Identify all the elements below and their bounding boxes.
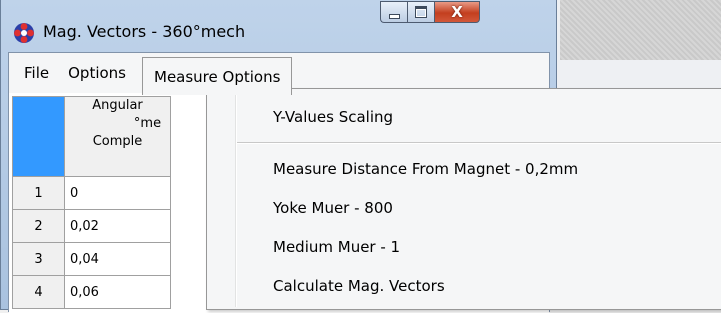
menu-icon-gutter (235, 91, 237, 307)
menu-item-calculate-mag-vectors[interactable]: Calculate Mag. Vectors (273, 277, 445, 295)
desktop-pattern (560, 0, 721, 60)
menu-options[interactable]: Options (68, 53, 142, 93)
select-all-corner[interactable] (12, 96, 65, 177)
title-bar[interactable]: Mag. Vectors - 360°mech X (1, 0, 556, 52)
menu-file[interactable]: File (9, 53, 68, 93)
minimize-button[interactable] (380, 1, 407, 23)
table-cell[interactable]: 0 (64, 176, 171, 210)
data-table: Angular °me Comple 1 0 2 0,02 3 0,04 4 0… (12, 96, 171, 309)
table-cell[interactable]: 0,06 (64, 275, 171, 309)
table-row: 1 0 (12, 176, 171, 210)
table-cell[interactable]: 0,04 (64, 242, 171, 276)
window-controls: X (380, 1, 480, 23)
table-row: 2 0,02 (12, 209, 171, 243)
table-cell[interactable]: 0,02 (64, 209, 171, 243)
row-header[interactable]: 3 (12, 242, 65, 276)
menu-measure-options[interactable]: Measure Options (142, 57, 293, 95)
menu-item-y-values-scaling[interactable]: Y-Values Scaling (273, 108, 393, 126)
maximize-button[interactable] (407, 1, 434, 23)
menu-item-yoke-muer[interactable]: Yoke Muer - 800 (273, 199, 393, 217)
app-icon[interactable] (13, 22, 35, 44)
window-title: Mag. Vectors - 360°mech (43, 22, 246, 41)
menu-bar: File Options Measure Options (9, 53, 549, 95)
column-header-line-1: Angular (92, 98, 143, 113)
minimize-icon (388, 13, 400, 19)
row-header[interactable]: 1 (12, 176, 65, 210)
menu-item-medium-muer[interactable]: Medium Muer - 1 (273, 238, 400, 256)
column-header-line-3: Comple (92, 134, 143, 149)
column-header-angular[interactable]: Angular °me Comple (64, 96, 171, 177)
row-header[interactable]: 2 (12, 209, 65, 243)
close-icon: X (451, 3, 463, 21)
row-header[interactable]: 4 (12, 275, 65, 309)
table-row: 4 0,06 (12, 275, 171, 309)
table-header-row: Angular °me Comple (12, 96, 171, 177)
menu-separator (237, 142, 721, 144)
table-row: 3 0,04 (12, 242, 171, 276)
measure-options-dropdown: Y-Values Scaling Measure Distance From M… (206, 88, 721, 310)
column-header-line-2: °me (133, 116, 162, 131)
menu-item-measure-distance[interactable]: Measure Distance From Magnet - 0,2mm (273, 160, 578, 178)
maximize-icon (415, 6, 427, 18)
close-button[interactable]: X (434, 1, 480, 23)
